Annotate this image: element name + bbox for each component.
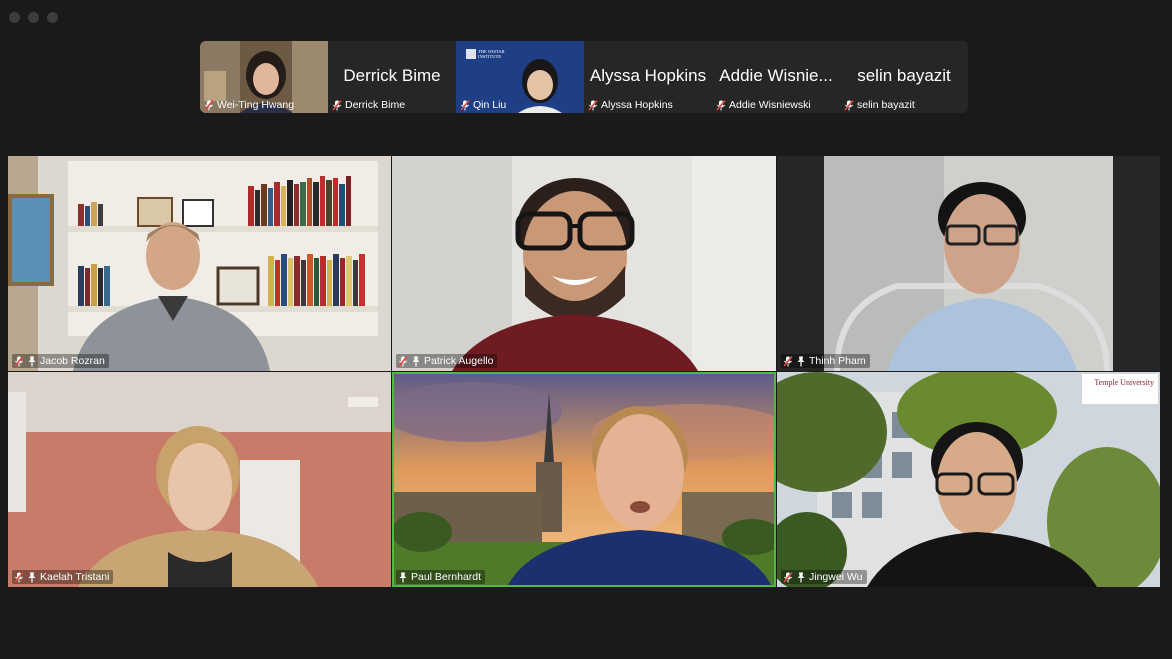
mic-muted-icon — [332, 99, 342, 111]
zoom-window-button[interactable] — [47, 12, 58, 23]
pin-icon — [28, 356, 36, 366]
participant-label: Wei-Ting Hwang — [204, 99, 294, 111]
pin-icon — [797, 356, 805, 366]
mic-muted-icon — [716, 99, 726, 111]
video-tile-patrick-augello[interactable]: Patrick Augello — [392, 156, 776, 371]
mic-muted-icon — [588, 99, 598, 111]
participant-label: Patrick Augello — [396, 354, 498, 368]
window-controls — [9, 12, 58, 23]
participant-video — [8, 372, 391, 587]
participant-display-name: Addie Wisnie... — [719, 66, 833, 85]
participant-label: Paul Bernhardt — [396, 570, 486, 584]
participant-video — [777, 156, 1160, 371]
mic-muted-icon — [204, 99, 214, 111]
mic-muted-icon — [783, 355, 793, 367]
pin-icon — [399, 572, 407, 582]
participant-video — [392, 372, 776, 587]
participant-label: Qin Liu — [460, 99, 506, 111]
participant-name: Derrick Bime — [345, 99, 406, 111]
participant-name: Patrick Augello — [424, 355, 494, 367]
pin-icon — [412, 356, 420, 366]
participant-name: Kaelah Tristani — [40, 571, 110, 583]
participant-label: Addie Wisniewski — [716, 99, 811, 111]
participant-name: Thinh Pham — [809, 355, 866, 367]
participant-label: Kaelah Tristani — [12, 570, 114, 584]
mic-muted-icon — [844, 99, 854, 111]
video-tile-jacob-rozran[interactable]: Jacob Rozran — [8, 156, 391, 371]
participant-label: selin bayazit — [844, 99, 915, 111]
participant-strip: Wei-Ting Hwang Derrick Bime Derrick Bime… — [200, 41, 968, 113]
strip-tile-wei-ting-hwang[interactable]: Wei-Ting Hwang — [200, 41, 328, 113]
pin-icon — [797, 572, 805, 582]
participant-label: Alyssa Hopkins — [588, 99, 673, 111]
participant-label: Thinh Pham — [781, 354, 870, 368]
video-tile-jingwei-wu[interactable]: Temple University Jingwei Wu — [777, 372, 1160, 587]
pin-icon — [28, 572, 36, 582]
background-logo-text: Temple University — [1094, 378, 1154, 387]
participant-video — [392, 156, 776, 371]
participant-display-name: Derrick Bime — [343, 66, 441, 85]
participant-name: selin bayazit — [857, 99, 915, 111]
participant-video — [777, 372, 1160, 587]
participant-name: Addie Wisniewski — [729, 99, 811, 111]
background-logo-text: THE WISTAR INSTITUTE — [478, 49, 505, 59]
participant-label: Jacob Rozran — [12, 354, 109, 368]
participant-display-name: Alyssa Hopkins — [589, 66, 707, 85]
participant-name: Qin Liu — [473, 99, 507, 111]
participant-label: Derrick Bime — [332, 99, 405, 111]
strip-tile-derrick-bime[interactable]: Derrick Bime Derrick Bime — [328, 41, 456, 113]
minimize-window-button[interactable] — [28, 12, 39, 23]
participant-label: Jingwei Wu — [781, 570, 867, 584]
participant-name: Jingwei Wu — [809, 571, 863, 583]
participant-name: Jacob Rozran — [40, 355, 105, 367]
participant-video — [8, 156, 391, 371]
strip-tile-qin-liu[interactable]: THE WISTAR INSTITUTE Qin Liu — [456, 41, 584, 113]
mic-muted-icon — [14, 571, 24, 583]
video-tile-paul-bernhardt[interactable]: Paul Bernhardt — [392, 372, 776, 587]
close-window-button[interactable] — [9, 12, 20, 23]
mic-muted-icon — [14, 355, 24, 367]
participant-name: Wei-Ting Hwang — [217, 99, 295, 111]
participant-display-name: selin bayazit — [857, 66, 951, 85]
strip-tile-alyssa-hopkins[interactable]: Alyssa Hopkins Alyssa Hopkins — [584, 41, 712, 113]
participant-name: Alyssa Hopkins — [601, 99, 673, 111]
strip-tile-selin-bayazit[interactable]: selin bayazit selin bayazit — [840, 41, 968, 113]
mic-muted-icon — [460, 99, 470, 111]
video-tile-kaelah-tristani[interactable]: Kaelah Tristani — [8, 372, 391, 587]
strip-tile-addie-wisniewski[interactable]: Addie Wisnie... Addie Wisniewski — [712, 41, 840, 113]
participant-name: Paul Bernhardt — [411, 571, 482, 583]
mic-muted-icon — [783, 571, 793, 583]
video-tile-thinh-pham[interactable]: Thinh Pham — [777, 156, 1160, 371]
mic-muted-icon — [398, 355, 408, 367]
